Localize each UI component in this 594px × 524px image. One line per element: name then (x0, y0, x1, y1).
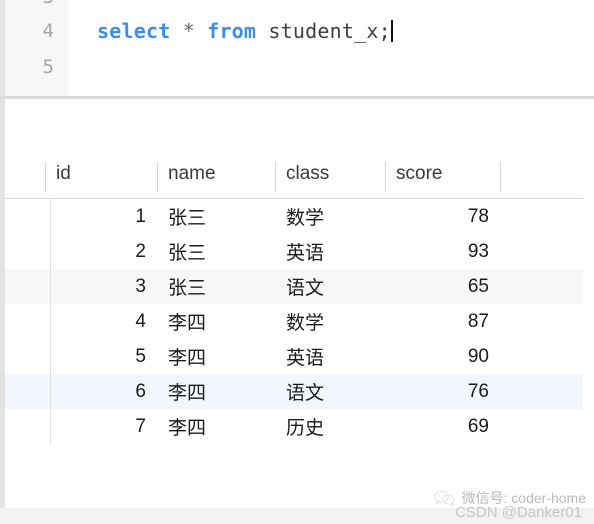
column-header-id[interactable]: id (45, 157, 157, 198)
editor-line-number-gutter: 3 4 5 (5, 0, 68, 96)
cell-class[interactable]: 数学 (275, 199, 385, 234)
cell-score[interactable]: 65 (385, 269, 500, 304)
cell-score[interactable]: 76 (385, 374, 500, 409)
sql-client-window: 3 4 5 select * from student_x; id name (0, 0, 594, 524)
cell-filler (500, 269, 583, 304)
column-header-class[interactable]: class (275, 157, 385, 198)
line-number-4: 4 (42, 20, 54, 42)
row-number-cell (5, 304, 45, 339)
column-header-class-label: class (286, 163, 330, 184)
cell-score[interactable]: 93 (385, 234, 500, 269)
sql-keyword-from: from (207, 19, 257, 43)
cell-class[interactable]: 英语 (275, 234, 385, 269)
cell-filler (500, 234, 583, 269)
row-number-cell (5, 339, 45, 374)
row-number-cell (5, 374, 45, 409)
row-number-cell (5, 269, 45, 304)
bottom-strip (0, 508, 594, 524)
result-grid: id name class score 1 张三 数学 78 2 张三 英语 9… (5, 157, 583, 444)
sql-star-token (170, 19, 182, 43)
column-header-score-label: score (396, 163, 443, 184)
cell-id[interactable]: 1 (45, 199, 157, 234)
cell-id[interactable]: 5 (45, 339, 157, 374)
row-number-cell (5, 409, 45, 444)
cell-filler (500, 199, 583, 234)
table-row[interactable]: 5 李四 英语 90 (5, 339, 583, 374)
sql-statement-line[interactable]: select * from student_x; (97, 20, 393, 42)
row-number-cell (5, 234, 45, 269)
column-header-name-label: name (168, 163, 216, 184)
table-row[interactable]: 3 张三 语文 65 (5, 269, 583, 304)
cell-name[interactable]: 李四 (157, 339, 275, 374)
cell-score[interactable]: 90 (385, 339, 500, 374)
column-header-filler (500, 157, 583, 198)
cell-class[interactable]: 英语 (275, 339, 385, 374)
cell-filler (500, 304, 583, 339)
sql-code-area[interactable]: select * from student_x; (68, 0, 594, 96)
cell-name[interactable]: 李四 (157, 304, 275, 339)
sql-editor-pane[interactable]: 3 4 5 select * from student_x; (0, 0, 594, 96)
cell-name[interactable]: 张三 (157, 234, 275, 269)
cell-name[interactable]: 张三 (157, 269, 275, 304)
sql-keyword-select: select (97, 19, 171, 43)
column-separator-icon[interactable] (157, 162, 158, 192)
cell-class[interactable]: 历史 (275, 409, 385, 444)
header-rownum-cell (5, 157, 45, 198)
cell-class[interactable]: 语文 (275, 269, 385, 304)
column-separator-icon[interactable] (275, 162, 276, 192)
cell-id[interactable]: 2 (45, 234, 157, 269)
row-number-cell (5, 199, 45, 234)
cell-name[interactable]: 张三 (157, 199, 275, 234)
table-row[interactable]: 1 张三 数学 78 (5, 199, 583, 234)
cell-id[interactable]: 3 (45, 269, 157, 304)
cell-score[interactable]: 69 (385, 409, 500, 444)
column-header-id-label: id (56, 163, 71, 184)
column-separator-icon[interactable] (500, 162, 501, 192)
table-row-selected[interactable]: 6 李四 语文 76 (5, 374, 583, 409)
cell-score[interactable]: 78 (385, 199, 500, 234)
cell-name[interactable]: 李四 (157, 409, 275, 444)
cell-class[interactable]: 数学 (275, 304, 385, 339)
cell-id[interactable]: 6 (45, 374, 157, 409)
sql-space-1 (195, 19, 207, 43)
text-caret (390, 20, 393, 42)
column-separator-icon[interactable] (385, 162, 386, 192)
cell-filler (500, 409, 583, 444)
table-row[interactable]: 2 张三 英语 93 (5, 234, 583, 269)
query-result-pane: id name class score 1 张三 数学 78 2 张三 英语 9… (0, 99, 594, 524)
table-row[interactable]: 7 李四 历史 69 (5, 409, 583, 444)
cell-class[interactable]: 语文 (275, 374, 385, 409)
sql-table-name: student_x; (268, 19, 391, 43)
line-number-3: 3 (14, 0, 54, 8)
column-header-name[interactable]: name (157, 157, 275, 198)
cell-filler (500, 374, 583, 409)
cell-id[interactable]: 4 (45, 304, 157, 339)
sql-space-2 (256, 19, 268, 43)
cell-filler (500, 339, 583, 374)
cell-id[interactable]: 7 (45, 409, 157, 444)
cell-name[interactable]: 李四 (157, 374, 275, 409)
column-separator-icon[interactable] (45, 162, 46, 192)
column-header-score[interactable]: score (385, 157, 500, 198)
result-grid-header: id name class score (5, 157, 583, 199)
cell-score[interactable]: 87 (385, 304, 500, 339)
table-row[interactable]: 4 李四 数学 87 (5, 304, 583, 339)
sql-star-glyph: * (182, 19, 195, 43)
line-number-5: 5 (42, 56, 54, 78)
